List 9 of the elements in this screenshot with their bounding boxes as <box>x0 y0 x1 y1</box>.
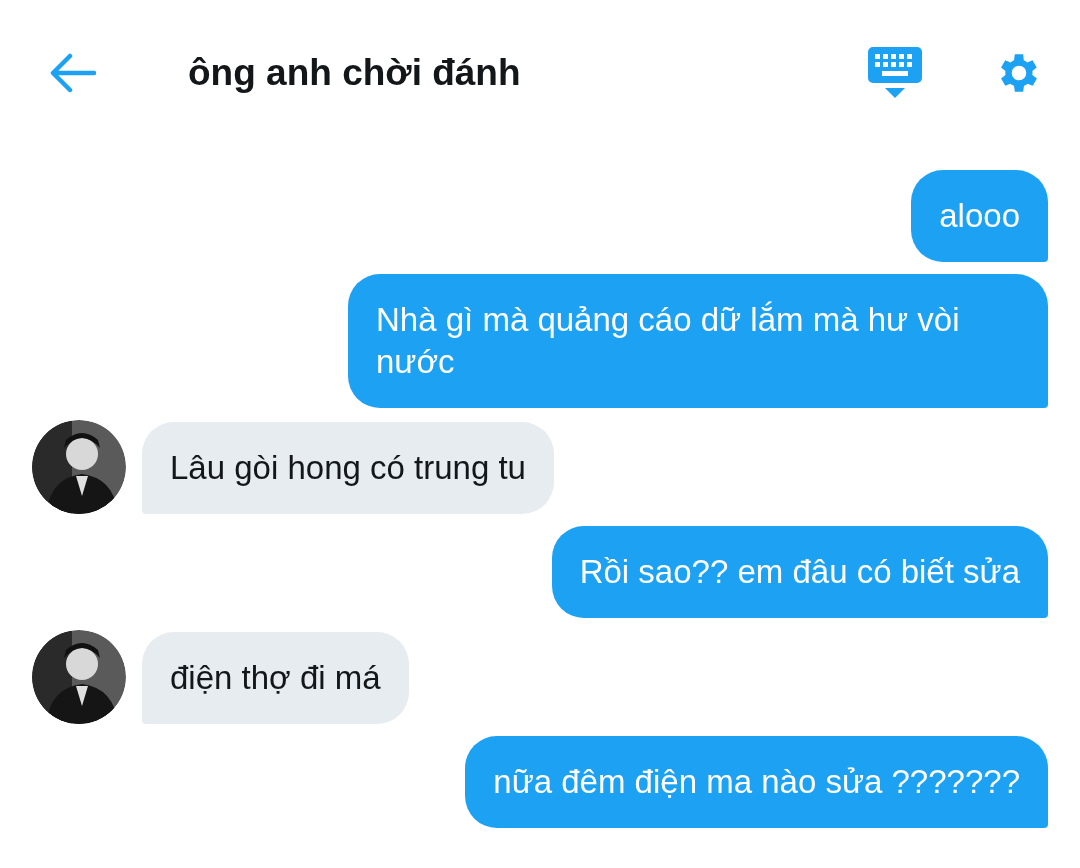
sent-message-bubble: nữa đêm điện ma nào sửa ??????? <box>465 736 1048 828</box>
sent-message-bubble: Nhà gì mà quảng cáo dữ lắm mà hư vòi nước <box>348 274 1048 408</box>
keyboard-icon[interactable] <box>868 46 922 99</box>
received-message-bubble: điện thợ đi má <box>142 632 409 724</box>
back-arrow-icon[interactable] <box>50 52 96 93</box>
sent-message-bubble: Rồi sao?? em đâu có biết sửa <box>551 526 1048 618</box>
received-message-bubble: Lâu gòi hong có trung tu <box>142 422 554 514</box>
conversation-title: ông anh chời đánh <box>188 50 521 95</box>
sent-message-bubble: alooo <box>911 170 1048 262</box>
